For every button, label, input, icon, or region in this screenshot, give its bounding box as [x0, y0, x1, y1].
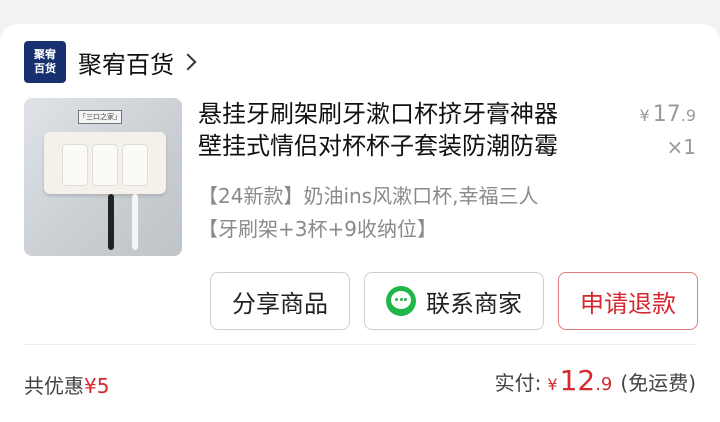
chevron-right-icon[interactable] [182, 50, 196, 74]
discount-amount: ¥5 [84, 374, 110, 398]
unit-price-int: 17 [652, 102, 681, 127]
wechat-chat-icon [386, 286, 416, 316]
paid-amount: 实付: ¥ 12 .9 (免运费) [495, 364, 696, 397]
product-spec: 【24新款】奶油ins风漱口杯,幸福三人 【牙刷架+3杯+9收纳位】 [198, 180, 628, 246]
refund-button-label: 申请退款 [580, 289, 676, 318]
product-spec-line1: 【24新款】奶油ins风漱口杯,幸福三人 [198, 184, 539, 208]
discount-summary: 共优惠¥5 [24, 370, 109, 399]
discount-label: 共优惠 [24, 374, 84, 398]
unit-price-column: ¥17.9 ×1 [640, 102, 696, 159]
image-cup [92, 144, 118, 186]
product-image-sign: 「三口之家」 [78, 110, 122, 124]
product-spec-line2: 【牙刷架+3杯+9收纳位】 [198, 217, 437, 241]
image-toothbrush [132, 194, 138, 250]
unit-price: ¥17.9 [640, 102, 696, 127]
share-product-button[interactable]: 分享商品 [210, 272, 350, 330]
product-title[interactable]: 悬挂牙刷架刷牙漱口杯挤牙膏神器 壁挂式情侣对杯杯子套装防潮防霉 [198, 98, 618, 162]
shop-header[interactable]: 聚宥 百货 聚宥百货 [24, 40, 196, 84]
paid-int: 12 [559, 364, 596, 397]
paid-currency: ¥ [547, 375, 558, 394]
divider [24, 344, 696, 345]
unit-price-dec: .9 [680, 106, 696, 125]
paid-label: 实付: [494, 371, 542, 395]
shop-name[interactable]: 聚宥百货 [78, 45, 174, 80]
product-title-line1: 悬挂牙刷架刷牙漱口杯挤牙膏神器 [198, 100, 558, 128]
image-cup [122, 144, 148, 186]
share-button-label: 分享商品 [232, 289, 328, 318]
image-cup [62, 144, 88, 186]
unit-price-currency: ¥ [639, 106, 650, 125]
paid-dec: .9 [595, 374, 613, 395]
shipping-note: (免运费) [620, 371, 696, 395]
order-item-card: 聚宥 百货 聚宥百货 「三口之家」 悬挂牙刷架刷牙漱口杯挤牙膏神器 壁挂式情侣对… [0, 24, 720, 422]
shop-logo: 聚宥 百货 [24, 41, 66, 83]
quantity: ×1 [666, 135, 696, 159]
shop-logo-line2: 百货 [34, 62, 56, 75]
product-title-line2: 壁挂式情侣对杯杯子套装防潮防霉 [198, 132, 558, 160]
request-refund-button[interactable]: 申请退款 [558, 272, 698, 330]
contact-seller-button[interactable]: 联系商家 [364, 272, 544, 330]
image-toothbrush [108, 194, 114, 250]
product-image[interactable]: 「三口之家」 [24, 98, 182, 256]
shop-logo-line1: 聚宥 [34, 48, 56, 61]
contact-button-label: 联系商家 [426, 289, 522, 318]
